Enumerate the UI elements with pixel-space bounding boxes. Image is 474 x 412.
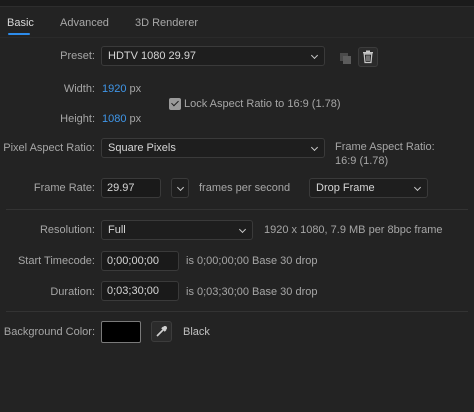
tab-3d-renderer[interactable]: 3D Renderer bbox=[135, 17, 198, 29]
chevron-down-icon bbox=[310, 51, 319, 60]
height-unit: px bbox=[129, 113, 142, 125]
drop-frame-dropdown[interactable]: Drop Frame bbox=[309, 178, 428, 198]
start-timecode-info: is 0;00;00;00 Base 30 drop bbox=[186, 255, 318, 267]
preset-dropdown[interactable]: HDTV 1080 29.97 bbox=[101, 46, 325, 66]
frame-aspect-value: 16:9 (1.78) bbox=[335, 155, 389, 167]
frame-aspect-label: Frame Aspect Ratio: bbox=[335, 141, 435, 153]
frame-rate-label: Frame Rate: bbox=[33, 182, 95, 194]
start-timecode-label: Start Timecode: bbox=[17, 255, 95, 267]
width-unit: px bbox=[129, 83, 142, 95]
frame-rate-dropdown[interactable] bbox=[171, 178, 189, 198]
duration-input[interactable]: 0;03;30;00 bbox=[101, 281, 179, 301]
delete-preset-button[interactable] bbox=[358, 47, 378, 67]
drop-frame-value: Drop Frame bbox=[316, 182, 375, 194]
tab-advanced[interactable]: Advanced bbox=[60, 17, 109, 29]
tab-basic[interactable]: Basic bbox=[7, 17, 34, 29]
background-color-swatch[interactable] bbox=[101, 321, 141, 343]
height-field[interactable]: 1080 px bbox=[102, 113, 141, 125]
frame-rate-input[interactable]: 29.97 bbox=[101, 178, 161, 198]
lock-aspect-label: Lock Aspect Ratio to 16:9 (1.78) bbox=[184, 98, 341, 110]
start-timecode-input[interactable]: 0;00;00;00 bbox=[101, 251, 179, 271]
resolution-info: 1920 x 1080, 7.9 MB per 8bpc frame bbox=[264, 224, 443, 236]
background-color-name: Black bbox=[183, 326, 210, 338]
width-value[interactable]: 1920 bbox=[102, 83, 126, 95]
resolution-dropdown[interactable]: Full bbox=[101, 220, 253, 240]
chevron-down-icon bbox=[238, 225, 247, 234]
pixel-aspect-label: Pixel Aspect Ratio: bbox=[3, 142, 95, 154]
chevron-down-icon bbox=[413, 183, 422, 192]
section-divider bbox=[6, 209, 468, 210]
preset-label: Preset: bbox=[60, 50, 95, 62]
duration-info: is 0;03;30;00 Base 30 drop bbox=[186, 286, 318, 298]
resolution-label: Resolution: bbox=[39, 224, 95, 236]
chevron-down-icon bbox=[310, 143, 319, 152]
save-preset-icon bbox=[340, 53, 351, 64]
lock-aspect-checkbox[interactable] bbox=[169, 98, 181, 110]
eyedropper-icon bbox=[156, 326, 167, 337]
chevron-down-icon bbox=[176, 183, 185, 192]
trash-icon bbox=[363, 50, 373, 64]
section-divider bbox=[6, 311, 468, 312]
save-preset-button[interactable] bbox=[335, 47, 355, 67]
height-value[interactable]: 1080 bbox=[102, 113, 126, 125]
tabs-divider bbox=[0, 37, 474, 38]
pixel-aspect-dropdown[interactable]: Square Pixels bbox=[101, 138, 325, 158]
preset-value: HDTV 1080 29.97 bbox=[108, 50, 197, 62]
resolution-value: Full bbox=[108, 224, 126, 236]
top-bar bbox=[0, 0, 474, 7]
height-label: Height: bbox=[60, 113, 95, 125]
frame-rate-unit: frames per second bbox=[199, 182, 291, 194]
eyedropper-button[interactable] bbox=[151, 321, 172, 342]
width-field[interactable]: 1920 px bbox=[102, 83, 141, 95]
width-label: Width: bbox=[63, 83, 95, 95]
active-tab-indicator bbox=[8, 33, 30, 35]
pixel-aspect-value: Square Pixels bbox=[108, 142, 176, 154]
duration-label: Duration: bbox=[50, 286, 95, 298]
background-color-label: Background Color: bbox=[3, 326, 95, 338]
